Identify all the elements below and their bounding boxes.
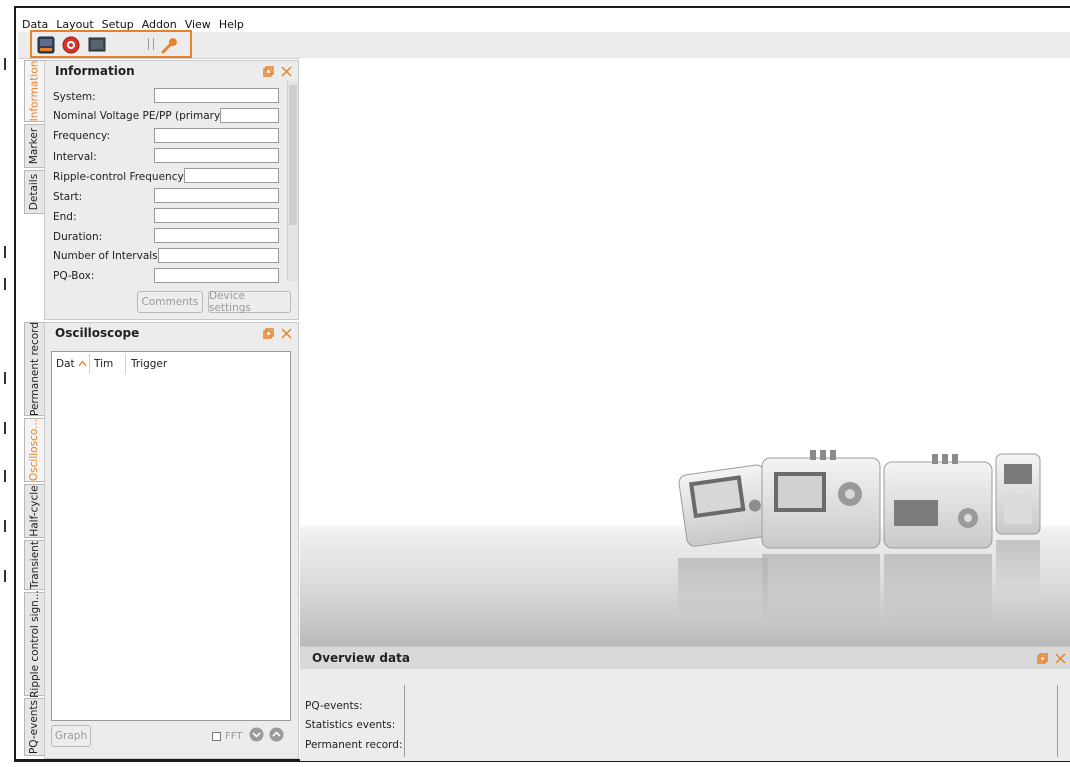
device-icon[interactable] (37, 36, 55, 54)
menu-help[interactable]: Help (215, 18, 248, 31)
tab-details[interactable]: Details (24, 170, 44, 214)
menu-addon[interactable]: Addon (138, 18, 181, 31)
scrollbar-thumb[interactable] (289, 85, 297, 225)
comments-button[interactable]: Comments (137, 291, 203, 313)
frequency-label: Frequency: (53, 130, 111, 142)
wrench-icon[interactable] (160, 36, 178, 54)
overview-divider (404, 685, 405, 757)
duration-field[interactable] (154, 228, 279, 243)
start-field[interactable] (154, 188, 279, 203)
oscilloscope-title: Oscilloscope (55, 326, 140, 340)
fft-label: FFT (225, 731, 243, 742)
information-panel: Information System: Nominal Voltage PE/P… (44, 60, 299, 320)
tab-marker[interactable]: Marker (24, 124, 44, 168)
information-title: Information (55, 64, 135, 78)
column-date[interactable]: Dat (56, 358, 75, 370)
tab-pq-events[interactable]: PQ-events (24, 698, 44, 756)
tab-ripple-control[interactable]: Ripple control sign... (24, 590, 44, 698)
overview-panel: Overview data PQ-events: Statistics even… (300, 646, 1070, 761)
number-of-intervals-label: Number of Intervals: (53, 250, 162, 262)
tab-information[interactable]: Information (24, 60, 44, 122)
menu-view[interactable]: View (181, 18, 215, 31)
device-reflection (762, 554, 880, 624)
menu-setup[interactable]: Setup (98, 18, 138, 31)
end-label: End: (53, 211, 77, 223)
dock-icon[interactable] (263, 328, 274, 339)
end-field[interactable] (154, 208, 279, 223)
overview-header (300, 647, 1070, 669)
lifebuoy-icon[interactable] (62, 36, 80, 54)
window-left-border (14, 6, 16, 761)
tab-oscilloscope[interactable]: Oscillosco... (24, 418, 44, 482)
graph-button[interactable]: Graph (51, 725, 91, 747)
oscilloscope-panel: Oscilloscope Dat Tim Trigger Graph FFT (44, 322, 299, 759)
sort-ascending-icon[interactable] (78, 360, 87, 367)
menu-data[interactable]: Data (18, 18, 52, 31)
pq-events-label: PQ-events: (305, 700, 363, 712)
main-canvas (300, 58, 1070, 648)
chevron-up-circle-icon[interactable] (269, 727, 284, 742)
tab-permanent-record[interactable]: Permanent record (24, 322, 44, 416)
device-reflection (884, 554, 992, 624)
dock-icon[interactable] (263, 66, 274, 77)
window-top-border (14, 6, 1070, 8)
close-icon[interactable] (1055, 653, 1066, 664)
close-icon[interactable] (281, 328, 292, 339)
device-reflection (996, 540, 1040, 596)
oscilloscope-table[interactable]: Dat Tim Trigger (51, 351, 291, 721)
pq-box-label: PQ-Box: (53, 270, 95, 282)
number-of-intervals-field[interactable] (158, 248, 279, 263)
menu-layout[interactable]: Layout (52, 18, 97, 31)
permanent-record-label: Permanent record: (305, 739, 403, 751)
interval-field[interactable] (154, 148, 279, 163)
start-label: Start: (53, 191, 83, 203)
device-reflection (678, 558, 768, 618)
duration-label: Duration: (53, 231, 103, 243)
column-divider (125, 354, 126, 374)
dock-icon[interactable] (1037, 653, 1048, 664)
column-divider (89, 354, 90, 374)
device-settings-button[interactable]: Device settings (208, 290, 291, 314)
monitor-icon[interactable] (88, 36, 106, 54)
column-trigger[interactable]: Trigger (131, 358, 167, 370)
close-icon[interactable] (281, 66, 292, 77)
tab-transient[interactable]: Transient (24, 540, 44, 590)
overview-title: Overview data (312, 651, 410, 665)
interval-label: Interval: (53, 151, 97, 163)
ripple-frequency-field[interactable] (184, 168, 279, 183)
frequency-field[interactable] (154, 128, 279, 143)
statistics-events-label: Statistics events: (305, 719, 396, 731)
system-field[interactable] (154, 88, 279, 103)
information-scrollbar[interactable] (287, 81, 298, 281)
column-time[interactable]: Tim (94, 358, 113, 370)
system-label: System: (53, 91, 96, 103)
application-window: Data Layout Setup Addon View Help Inform… (0, 0, 1070, 767)
nominal-voltage-field[interactable] (220, 108, 279, 123)
tab-half-cycle[interactable]: Half-cycle (24, 484, 44, 538)
chevron-down-circle-icon[interactable] (249, 727, 264, 742)
overview-divider (1057, 685, 1058, 757)
fft-checkbox[interactable] (212, 732, 221, 741)
nominal-voltage-label: Nominal Voltage PE/PP (primary): (53, 110, 228, 122)
pq-devices-illustration (678, 450, 1041, 624)
pq-box-field[interactable] (154, 268, 279, 283)
ripple-frequency-label: Ripple-control Frequency: (53, 171, 187, 183)
toolbar-separator (148, 38, 154, 50)
